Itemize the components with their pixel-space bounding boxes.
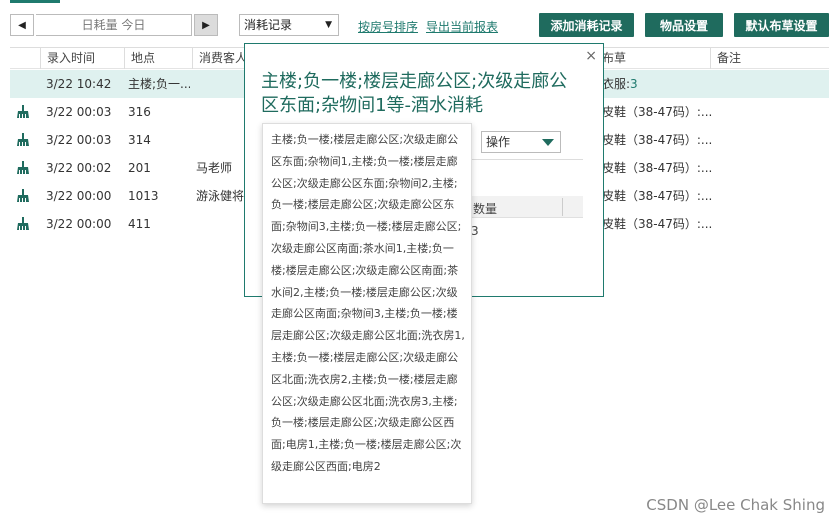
row-icon-cell <box>16 126 32 154</box>
row-time: 3/22 00:03 <box>46 105 112 119</box>
row-linen: 皮鞋（38-47码）:... <box>602 210 722 238</box>
row-place: 201 <box>128 161 151 175</box>
header-note[interactable]: 备注 <box>710 48 820 69</box>
dialog-title: 主楼;负一楼;楼层走廊公区;次级走廊公区东面;杂物间1等-酒水消耗 <box>261 71 568 116</box>
quantity-value: 3 <box>471 224 479 238</box>
broom-icon <box>16 133 30 150</box>
broom-icon <box>16 189 30 206</box>
quantity-header: 数量 <box>471 196 583 218</box>
sort-by-room-link[interactable]: 按房号排序 <box>358 18 418 35</box>
row-place: 316 <box>128 105 151 119</box>
row-linen-text: 皮鞋（38-47码）:... <box>602 133 713 147</box>
row-linen: 皮鞋（38-47码）:... <box>602 126 722 154</box>
chevron-right-icon: ▶ <box>202 19 210 31</box>
row-linen-count[interactable]: 3 <box>630 77 638 91</box>
row-linen-text: 皮鞋（38-47码）:... <box>602 161 713 175</box>
operation-select[interactable]: 操作 <box>481 131 561 153</box>
location-tooltip: 主楼;负一楼;楼层走廊公区;次级走廊公区东面;杂物间1,主楼;负一楼;楼层走廊公… <box>262 123 472 504</box>
row-place: 314 <box>128 133 151 147</box>
divider <box>471 159 583 160</box>
record-type-select[interactable]: 消耗记录 ▼ <box>239 14 339 36</box>
broom-icon <box>16 217 30 234</box>
header-time[interactable]: 录入时间 <box>40 48 124 69</box>
row-linen: 衣服:3 <box>602 70 722 98</box>
row-linen-text: 皮鞋（38-47码）:... <box>602 105 713 119</box>
row-icon-cell <box>16 70 32 98</box>
header-linen[interactable]: 布草 <box>596 48 706 69</box>
operation-label: 操作 <box>486 135 511 149</box>
header-place[interactable]: 地点 <box>124 48 192 69</box>
row-time: 3/22 00:00 <box>46 217 112 231</box>
caret-down-icon <box>542 139 554 146</box>
default-linen-settings-button[interactable]: 默认布草设置 <box>734 13 829 37</box>
row-linen: 皮鞋（38-47码）:... <box>602 154 722 182</box>
export-report-link[interactable]: 导出当前报表 <box>426 18 498 35</box>
column-separator <box>562 198 563 216</box>
active-tab-indicator <box>10 0 60 3</box>
item-settings-button[interactable]: 物品设置 <box>645 13 723 37</box>
row-time: 3/22 00:03 <box>46 133 112 147</box>
header-customer[interactable]: 消费客人 <box>192 48 252 69</box>
broom-icon <box>16 161 30 178</box>
close-icon[interactable]: × <box>585 48 597 64</box>
prev-day-button[interactable]: ◀ <box>10 14 34 36</box>
watermark: CSDN @Lee Chak Shing <box>646 496 825 514</box>
add-consumption-button[interactable]: 添加消耗记录 <box>539 13 634 37</box>
row-linen-text: 皮鞋（38-47码）:... <box>602 189 713 203</box>
toolbar: ◀ 日耗量 今日 ▶ 消耗记录 ▼ 按房号排序 导出当前报表 添加消耗记录 物品… <box>0 12 839 38</box>
record-type-label: 消耗记录 <box>244 18 293 32</box>
next-day-button[interactable]: ▶ <box>194 14 218 36</box>
row-time: 3/22 10:42 <box>46 77 112 91</box>
row-icon-cell <box>16 182 32 210</box>
row-place: 1013 <box>128 189 159 203</box>
row-icon-cell <box>16 210 32 238</box>
page: ◀ 日耗量 今日 ▶ 消耗记录 ▼ 按房号排序 导出当前报表 添加消耗记录 物品… <box>0 0 839 526</box>
caret-down-icon: ▼ <box>325 20 332 30</box>
row-time: 3/22 00:00 <box>46 189 112 203</box>
row-linen: 皮鞋（38-47码）:... <box>602 182 722 210</box>
row-linen-text: 皮鞋（38-47码）:... <box>602 217 713 231</box>
chevron-left-icon: ◀ <box>18 19 26 31</box>
row-linen-text: 衣服: <box>602 77 631 91</box>
row-place: 411 <box>128 217 151 231</box>
row-linen: 皮鞋（38-47码）:... <box>602 98 722 126</box>
row-time: 3/22 00:02 <box>46 161 112 175</box>
date-field[interactable]: 日耗量 今日 <box>36 14 192 36</box>
broom-icon <box>16 105 30 122</box>
quantity-header-label: 数量 <box>473 202 498 216</box>
row-icon-cell <box>16 154 32 182</box>
row-icon-cell <box>16 98 32 126</box>
row-place: 主楼;负一... <box>128 77 190 91</box>
